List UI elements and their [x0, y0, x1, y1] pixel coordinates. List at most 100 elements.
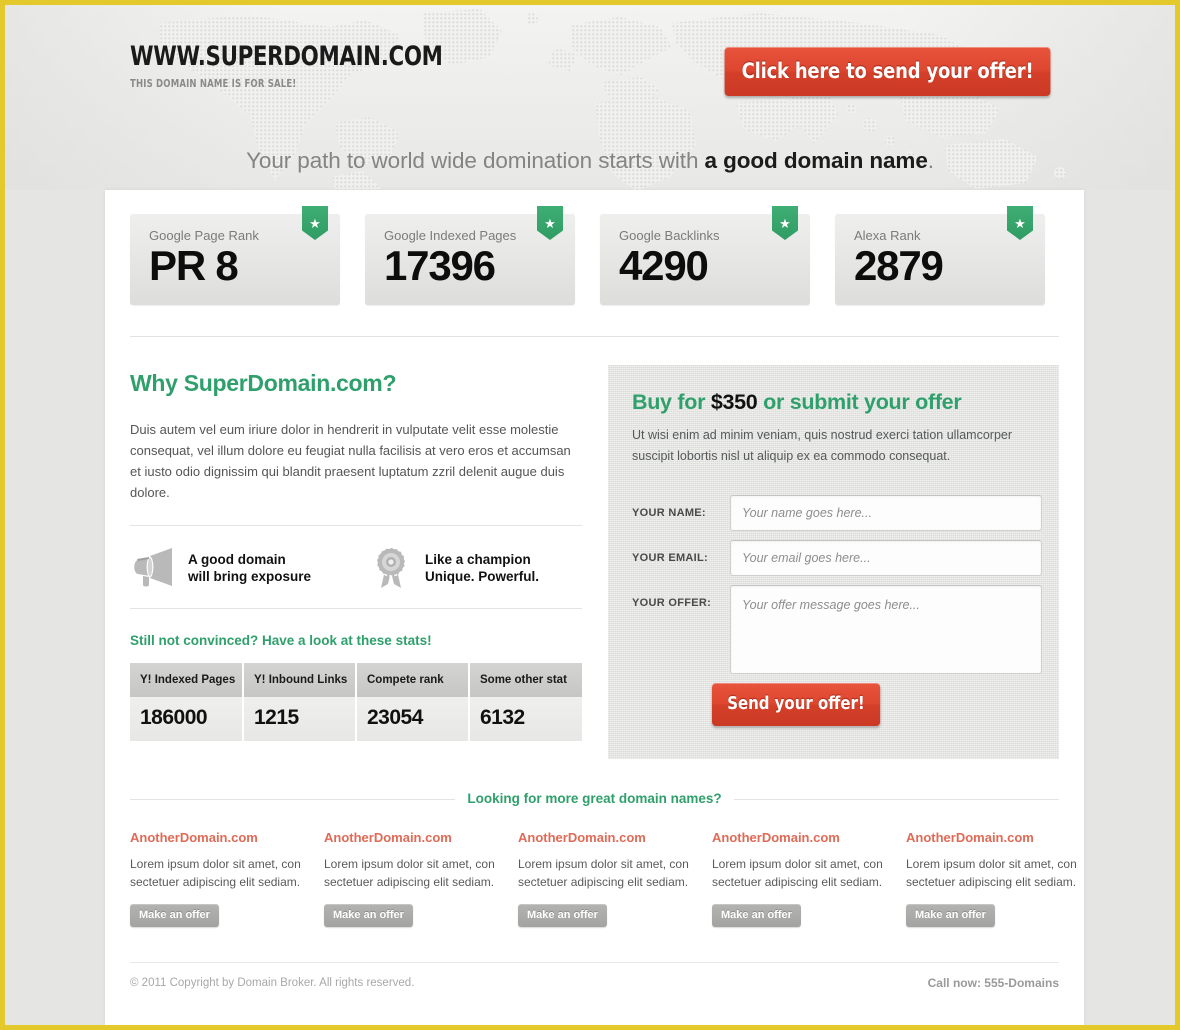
- list-item: AnotherDomain.com Lorem ipsum dolor sit …: [906, 830, 1100, 927]
- star-icon: ★: [544, 216, 556, 231]
- table-cell: 6132: [469, 697, 582, 741]
- stat-value: PR 8: [149, 242, 239, 289]
- offer-price: $350: [710, 390, 758, 414]
- send-offer-cta-button[interactable]: Click here to send your offer!: [724, 47, 1051, 96]
- star-icon: ★: [1014, 216, 1026, 231]
- stat-box: Google Backlinks 4290 ★: [600, 206, 810, 305]
- table-cell: 186000: [130, 697, 244, 741]
- name-field-label: YOUR NAME:: [632, 507, 706, 519]
- stat-label: Alexa Rank: [854, 228, 921, 243]
- page-viewport: WWW.SUPERDOMAIN.COM THIS DOMAIN NAME IS …: [5, 5, 1175, 1025]
- divider-right: [733, 799, 1059, 800]
- table-header-row: Y! Indexed Pages Y! Inbound Links Compet…: [130, 663, 582, 697]
- domain-description: Lorem ipsum dolor sit amet, con sectetue…: [324, 857, 495, 889]
- domain-description: Lorem ipsum dolor sit amet, con sectetue…: [518, 857, 689, 889]
- field-row-email: YOUR EMAIL:: [632, 540, 1042, 576]
- stat-label: Google Page Rank: [149, 228, 259, 243]
- divider-left: [130, 799, 456, 800]
- why-heading: Why SuperDomain.com?: [130, 370, 397, 396]
- domain-link[interactable]: AnotherDomain.com: [130, 830, 324, 845]
- make-an-offer-button[interactable]: Make an offer: [130, 904, 219, 927]
- table-header-cell: Y! Inbound Links: [243, 663, 357, 697]
- stat-value: 4290: [619, 242, 709, 289]
- field-row-offer: YOUR OFFER:: [632, 585, 1042, 674]
- make-an-offer-button[interactable]: Make an offer: [906, 904, 995, 927]
- site-subtitle: THIS DOMAIN NAME IS FOR SALE!: [130, 77, 297, 90]
- email-field-label: YOUR EMAIL:: [632, 552, 709, 564]
- offer-title-pre: Buy for: [632, 390, 711, 414]
- offer-heading: Buy for $350 or submit your offer: [632, 390, 962, 415]
- ministats-table: Y! Indexed Pages Y! Inbound Links Compet…: [130, 663, 582, 741]
- offer-field-label: YOUR OFFER:: [632, 597, 712, 609]
- more-domains-heading: Looking for more great domain names?: [455, 791, 734, 806]
- why-body: Duis autem vel eum iriure dolor in hendr…: [130, 422, 571, 500]
- offer-body: Ut wisi enim ad minim veniam, quis nostr…: [632, 428, 1013, 463]
- domain-description: Lorem ipsum dolor sit amet, con sectetue…: [712, 857, 883, 889]
- stat-box: Google Indexed Pages 17396 ★: [365, 206, 575, 305]
- stat-value: 17396: [384, 242, 496, 289]
- domain-link[interactable]: AnotherDomain.com: [518, 830, 712, 845]
- stat-box: Alexa Rank 2879 ★: [835, 206, 1045, 305]
- feature-item: A good domain will bring exposure: [130, 546, 345, 590]
- stat-label: Google Indexed Pages: [384, 228, 517, 243]
- more-domains-header: Looking for more great domain names?: [130, 791, 1059, 807]
- page-footer: © 2011 Copyright by Domain Broker. All r…: [130, 962, 1059, 990]
- feature-line2: Unique. Powerful.: [425, 569, 540, 584]
- content-card: Google Page Rank PR 8 ★ Google Indexed P…: [105, 190, 1084, 1025]
- phone-text: Call now: 555-Domains: [927, 976, 1059, 990]
- domain-description: Lorem ipsum dolor sit amet, con sectetue…: [906, 857, 1077, 889]
- table-header-cell: Some other stat: [469, 663, 582, 697]
- brand-block: WWW.SUPERDOMAIN.COM THIS DOMAIN NAME IS …: [130, 43, 485, 90]
- table-header-cell: Compete rank: [356, 663, 470, 697]
- email-input[interactable]: [730, 540, 1042, 576]
- make-an-offer-button[interactable]: Make an offer: [324, 904, 413, 927]
- feature-text: Like a champion Unique. Powerful.: [425, 551, 539, 585]
- feature-line1: Like a champion: [425, 552, 531, 567]
- domain-link[interactable]: AnotherDomain.com: [712, 830, 906, 845]
- ribbon-badge-icon: ★: [537, 206, 563, 240]
- list-item: AnotherDomain.com Lorem ipsum dolor sit …: [712, 830, 906, 927]
- table-cell: 23054: [356, 697, 470, 741]
- why-section: Why SuperDomain.com? Duis autem vel eum …: [130, 370, 582, 741]
- tagline-end-text: .: [927, 148, 934, 173]
- domain-link[interactable]: AnotherDomain.com: [906, 830, 1100, 845]
- features-row: A good domain will bring exposure Like a…: [130, 525, 582, 609]
- feature-text: A good domain will bring exposure: [188, 551, 311, 585]
- domain-description: Lorem ipsum dolor sit amet, con sectetue…: [130, 857, 301, 889]
- submit-offer-button[interactable]: Send your offer!: [712, 683, 880, 726]
- ministats-title: Still not convinced? Have a look at thes…: [130, 633, 432, 648]
- divider: [130, 336, 1059, 337]
- domain-link[interactable]: AnotherDomain.com: [324, 830, 518, 845]
- award-rosette-icon: [376, 547, 406, 588]
- megaphone-icon: [134, 548, 172, 587]
- page-tagline: Your path to world wide domination start…: [5, 148, 1175, 174]
- offer-panel: Buy for $350 or submit your offer Ut wis…: [608, 365, 1059, 759]
- site-title: WWW.SUPERDOMAIN.COM: [130, 41, 443, 72]
- offer-title-post: or submit your offer: [757, 390, 962, 414]
- list-item: AnotherDomain.com Lorem ipsum dolor sit …: [518, 830, 712, 927]
- tagline-bold-text: a good domain name: [704, 148, 928, 173]
- stat-label: Google Backlinks: [619, 228, 720, 243]
- feature-line1: A good domain: [188, 552, 286, 567]
- ribbon-badge-icon: ★: [302, 206, 328, 240]
- stat-value: 2879: [854, 242, 944, 289]
- tagline-normal-text: Your path to world wide domination start…: [246, 148, 705, 173]
- ribbon-badge-icon: ★: [1007, 206, 1033, 240]
- stats-row: Google Page Rank PR 8 ★ Google Indexed P…: [130, 206, 1059, 305]
- star-icon: ★: [779, 216, 791, 231]
- copyright-text: © 2011 Copyright by Domain Broker. All r…: [130, 977, 415, 989]
- feature-line2: will bring exposure: [188, 569, 312, 584]
- ribbon-badge-icon: ★: [772, 206, 798, 240]
- table-row: 186000 1215 23054 6132: [130, 697, 582, 741]
- make-an-offer-button[interactable]: Make an offer: [712, 904, 801, 927]
- list-item: AnotherDomain.com Lorem ipsum dolor sit …: [130, 830, 324, 927]
- stat-box: Google Page Rank PR 8 ★: [130, 206, 340, 305]
- offer-message-textarea[interactable]: [730, 585, 1042, 674]
- more-domains-section: Looking for more great domain names? Ano…: [130, 791, 1077, 927]
- feature-item: Like a champion Unique. Powerful.: [367, 546, 582, 590]
- star-icon: ★: [309, 216, 321, 231]
- name-input[interactable]: [730, 495, 1042, 531]
- domains-list: AnotherDomain.com Lorem ipsum dolor sit …: [130, 830, 1077, 927]
- make-an-offer-button[interactable]: Make an offer: [518, 904, 607, 927]
- list-item: AnotherDomain.com Lorem ipsum dolor sit …: [324, 830, 518, 927]
